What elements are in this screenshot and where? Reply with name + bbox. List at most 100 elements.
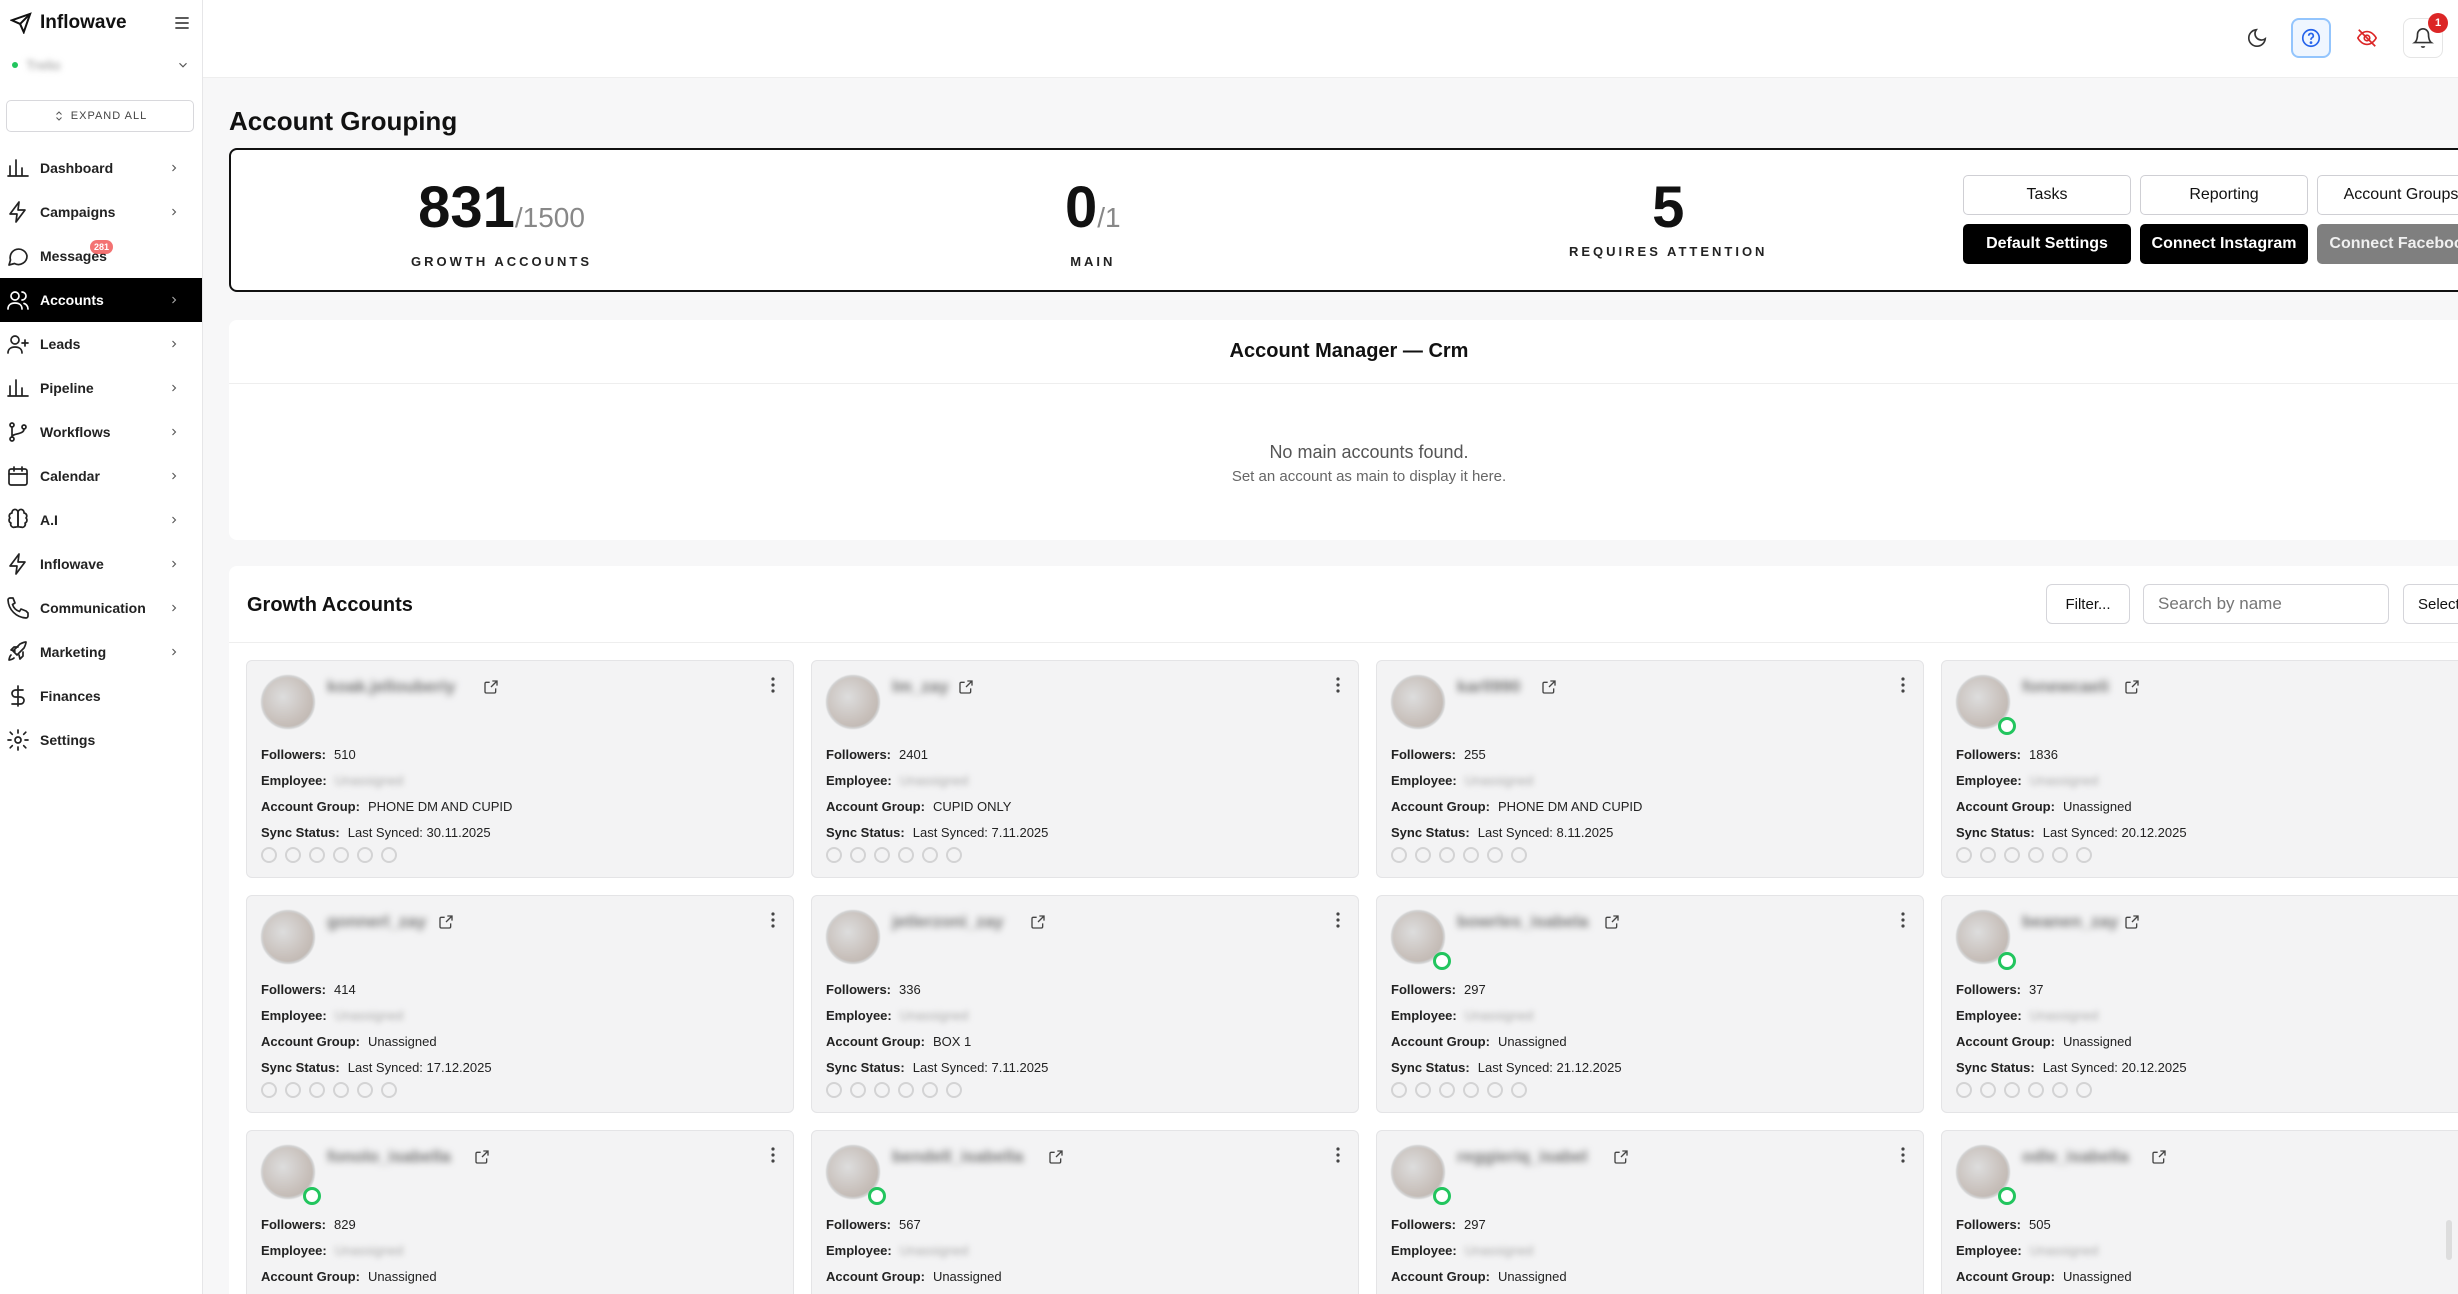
sidebar-item-settings[interactable]: Settings bbox=[0, 718, 202, 762]
theme-toggle-button[interactable] bbox=[2237, 18, 2277, 58]
external-link-icon[interactable] bbox=[2124, 679, 2140, 695]
feature-icon bbox=[285, 847, 301, 863]
sidebar-item-pipeline[interactable]: Pipeline bbox=[0, 366, 202, 410]
account-group-value: Unassigned bbox=[2062, 1034, 2132, 1049]
select-button[interactable]: Select bbox=[2403, 584, 2458, 624]
sidebar-item-dashboard[interactable]: Dashboard bbox=[0, 146, 202, 190]
sync-status-label: Sync Status: bbox=[261, 825, 340, 840]
account-card[interactable]: odle_isabella Followers: 505 Employee: Unass… bbox=[1941, 1130, 2458, 1294]
filter-button[interactable]: Filter... bbox=[2046, 584, 2130, 624]
privacy-toggle-button[interactable] bbox=[2347, 18, 2387, 58]
account-group-row: Account Group: Unassigned bbox=[1956, 799, 2132, 814]
scrollbar[interactable] bbox=[2446, 1220, 2452, 1260]
chevron-right-icon bbox=[172, 560, 177, 568]
more-vertical-icon[interactable] bbox=[1901, 1147, 1905, 1163]
help-button[interactable] bbox=[2291, 18, 2331, 58]
more-vertical-icon[interactable] bbox=[771, 912, 775, 928]
sidebar-item-a-i[interactable]: A.I bbox=[0, 498, 202, 542]
account-group-value: Unassigned bbox=[932, 1269, 1002, 1284]
account-card[interactable]: karll990 Followers: 255 Employee: Unassigned… bbox=[1376, 660, 1924, 878]
sidebar-item-inflowave[interactable]: Inflowave bbox=[0, 542, 202, 586]
followers-row: Followers: 255 bbox=[1391, 747, 1486, 762]
feature-icon bbox=[1415, 1082, 1431, 1098]
sidebar-item-calendar[interactable]: Calendar bbox=[0, 454, 202, 498]
account-username[interactable]: bendell_isabella bbox=[892, 1147, 1023, 1167]
account-username[interactable]: koak.jellouberiy bbox=[327, 677, 456, 697]
workspace-selector[interactable]: Trelio bbox=[8, 50, 194, 80]
sidebar-item-label: Workflows bbox=[40, 424, 111, 440]
more-vertical-icon[interactable] bbox=[1901, 912, 1905, 928]
account-username[interactable]: karll990 bbox=[1457, 677, 1520, 697]
notifications-button[interactable]: 1 bbox=[2403, 13, 2448, 58]
account-username[interactable]: odle_isabella bbox=[2022, 1147, 2129, 1167]
account-card[interactable]: bendell_isabella Followers: 567 Employee: Un… bbox=[811, 1130, 1359, 1294]
external-link-icon[interactable] bbox=[1613, 1149, 1629, 1165]
expand-all-button[interactable]: EXPAND ALL bbox=[6, 100, 194, 132]
more-vertical-icon[interactable] bbox=[1336, 912, 1340, 928]
connect-instagram-button[interactable]: Connect Instagram bbox=[2140, 224, 2308, 264]
feature-icon bbox=[333, 1082, 349, 1098]
external-link-icon[interactable] bbox=[1604, 914, 1620, 930]
followers-value: 829 bbox=[334, 1217, 356, 1232]
account-card[interactable]: fonolo_isabella Followers: 829 Employee: Una… bbox=[246, 1130, 794, 1294]
sidebar-item-messages[interactable]: Messages 281 bbox=[0, 234, 202, 278]
sidebar-item-accounts[interactable]: Accounts bbox=[0, 278, 202, 322]
account-username[interactable]: fonolo_isabella bbox=[327, 1147, 451, 1167]
account-username[interactable]: beanen_zay bbox=[2022, 912, 2118, 932]
external-link-icon[interactable] bbox=[1030, 914, 1046, 930]
account-card[interactable]: beanen_zay Followers: 37 Employee: Unassigne… bbox=[1941, 895, 2458, 1113]
external-link-icon[interactable] bbox=[438, 914, 454, 930]
external-link-icon[interactable] bbox=[483, 679, 499, 695]
account-card[interactable]: koak.jellouberiy Followers: 510 Employee: Un… bbox=[246, 660, 794, 878]
account-username[interactable]: jetlerzoni_zay bbox=[892, 912, 1004, 932]
connect-facebook-button[interactable]: Connect Facebook bbox=[2317, 224, 2458, 264]
account-username[interactable]: gonnerl_zay bbox=[327, 912, 426, 932]
account-card[interactable]: lm_zay Followers: 2401 Employee: Unassigned A… bbox=[811, 660, 1359, 878]
more-vertical-icon[interactable] bbox=[1336, 677, 1340, 693]
account-group-label: Account Group: bbox=[261, 799, 360, 814]
default-settings-button[interactable]: Default Settings bbox=[1963, 224, 2131, 264]
external-link-icon[interactable] bbox=[1541, 679, 1557, 695]
account-manager-panel: Account Manager — Crm No main accounts f… bbox=[229, 320, 2458, 540]
external-link-icon[interactable] bbox=[1048, 1149, 1064, 1165]
growth-count: 831 bbox=[418, 175, 515, 240]
sidebar-item-marketing[interactable]: Marketing bbox=[0, 630, 202, 674]
search-input[interactable] bbox=[2143, 584, 2389, 624]
account-username[interactable]: bowrles_isabela bbox=[1457, 912, 1588, 932]
account-card[interactable]: fonewcaeli Followers: 1836 Employee: Unassig… bbox=[1941, 660, 2458, 878]
sync-status-row: Sync Status: Last Synced: 7.11.2025 bbox=[826, 825, 1048, 840]
external-link-icon[interactable] bbox=[2151, 1149, 2167, 1165]
sidebar-item-workflows[interactable]: Workflows bbox=[0, 410, 202, 454]
reporting-button[interactable]: Reporting bbox=[2140, 175, 2308, 215]
avatar bbox=[826, 910, 880, 964]
more-vertical-icon[interactable] bbox=[1336, 1147, 1340, 1163]
account-card[interactable]: gonnerl_zay Followers: 414 Employee: Unassig… bbox=[246, 895, 794, 1113]
external-link-icon[interactable] bbox=[474, 1149, 490, 1165]
sidebar-item-campaigns[interactable]: Campaigns bbox=[0, 190, 202, 234]
more-vertical-icon[interactable] bbox=[771, 677, 775, 693]
chat-icon bbox=[8, 248, 28, 266]
account-username[interactable]: fonewcaeli bbox=[2022, 677, 2109, 697]
account-group-row: Account Group: Unassigned bbox=[1956, 1034, 2132, 1049]
account-card[interactable]: jetlerzoni_zay Followers: 336 Employee: Unas… bbox=[811, 895, 1359, 1113]
growth-label: GROWTH ACCOUNTS bbox=[411, 254, 593, 269]
external-link-icon[interactable] bbox=[2124, 914, 2140, 930]
external-link-icon[interactable] bbox=[958, 679, 974, 695]
account-username[interactable]: reggieriq_isabel bbox=[1457, 1147, 1587, 1167]
more-vertical-icon[interactable] bbox=[1901, 677, 1905, 693]
followers-label: Followers: bbox=[261, 1217, 327, 1232]
gear-icon bbox=[7, 729, 29, 751]
account-group-label: Account Group: bbox=[1956, 1034, 2055, 1049]
hamburger-menu-icon[interactable] bbox=[172, 13, 192, 33]
account-card[interactable]: reggieriq_isabel Followers: 297 Employee: Un… bbox=[1376, 1130, 1924, 1294]
account-groups-button[interactable]: Account Groups bbox=[2317, 175, 2458, 215]
tasks-button[interactable]: Tasks bbox=[1963, 175, 2131, 215]
sidebar-item-communication[interactable]: Communication bbox=[0, 586, 202, 630]
sidebar-item-label: Finances bbox=[40, 688, 101, 704]
account-card[interactable]: bowrles_isabela Followers: 297 Employee: Una… bbox=[1376, 895, 1924, 1113]
more-vertical-icon[interactable] bbox=[771, 1147, 775, 1163]
sidebar-item-leads[interactable]: Leads bbox=[0, 322, 202, 366]
account-username[interactable]: lm_zay bbox=[892, 677, 949, 697]
feature-icon bbox=[1487, 1082, 1503, 1098]
sidebar-item-finances[interactable]: Finances bbox=[0, 674, 202, 718]
